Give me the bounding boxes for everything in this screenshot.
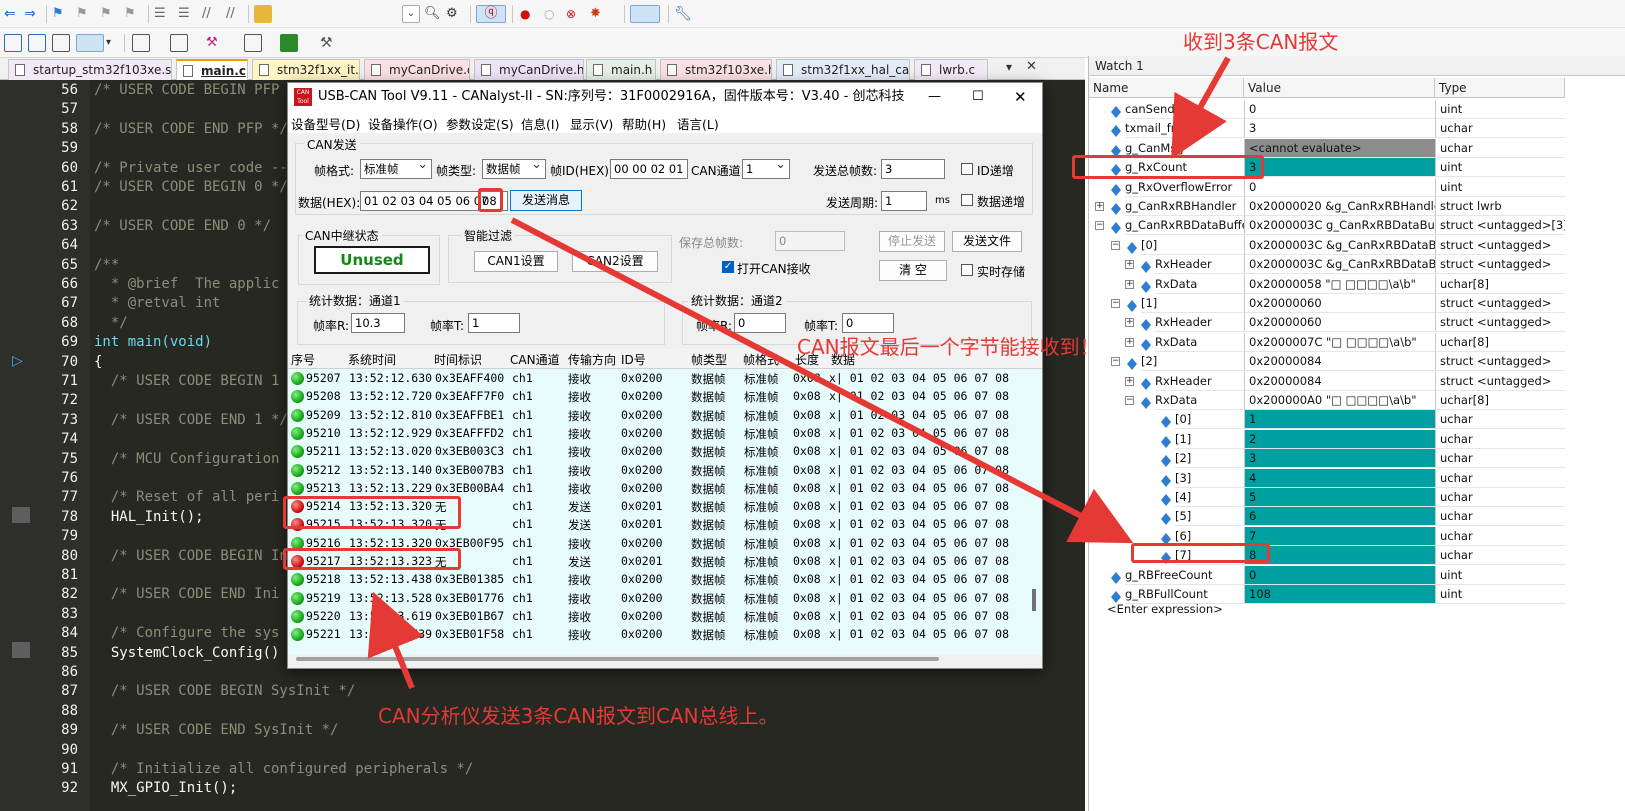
annotation-received: 收到3条CAN报文 [1183,30,1339,54]
arrow-to-last-byte [510,217,1134,544]
annotation-arrows [367,56,1231,690]
arrow-to-rxcount [1171,56,1231,159]
annotation-sent: CAN分析仪发送3条CAN报文到CAN总线上。 [378,704,779,728]
annotation-last-byte: CAN报文最后一个字节能接收到！ [797,335,1100,359]
arrow-to-sent-rows [367,591,424,690]
